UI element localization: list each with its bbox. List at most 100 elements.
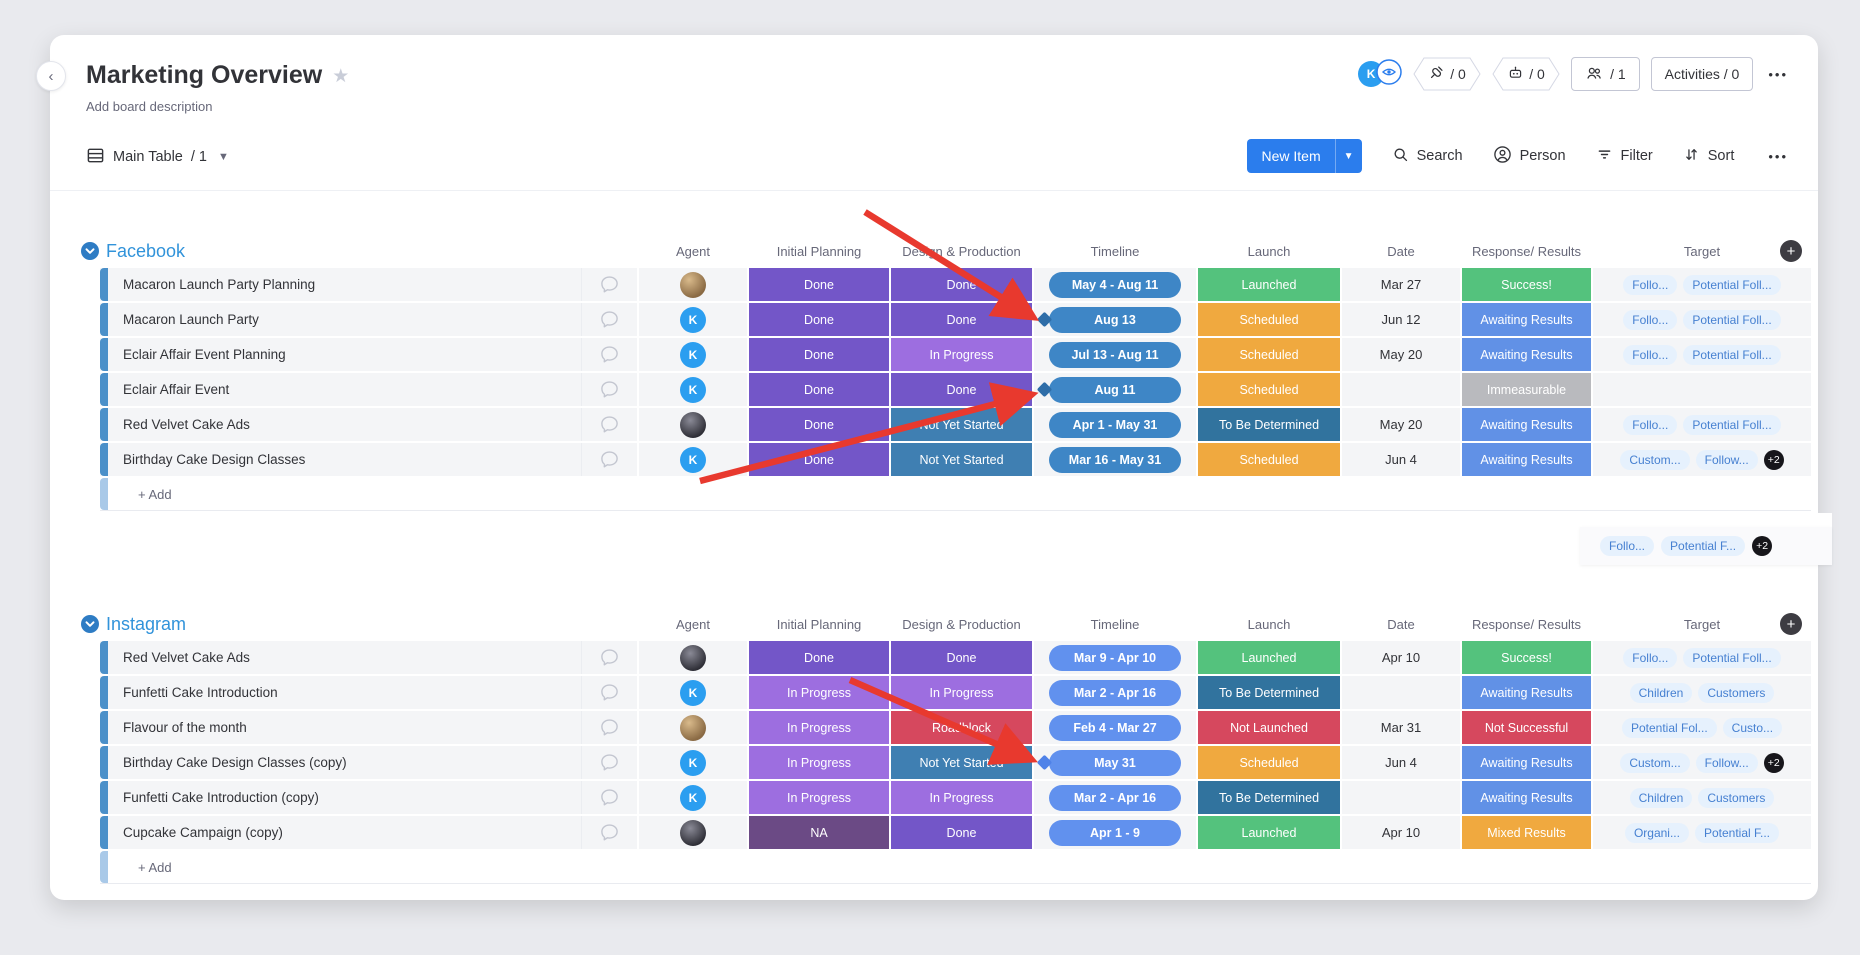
launch-status[interactable]: Scheduled bbox=[1198, 373, 1340, 406]
agent-cell[interactable]: K bbox=[639, 373, 747, 406]
launch-status[interactable]: To Be Determined bbox=[1198, 408, 1340, 441]
response-results-status[interactable]: Awaiting Results bbox=[1462, 443, 1591, 476]
timeline-cell[interactable]: May 4 - Aug 11 bbox=[1034, 268, 1196, 301]
column-header[interactable]: Initial Planning bbox=[749, 608, 889, 641]
board-menu-icon[interactable]: ••• bbox=[1764, 67, 1792, 82]
target-cell[interactable]: Potential Fol...Custo... bbox=[1593, 711, 1811, 744]
column-header[interactable]: Agent bbox=[639, 235, 747, 268]
design-production-status[interactable]: In Progress bbox=[891, 781, 1032, 814]
chat-bubble-icon[interactable] bbox=[581, 746, 637, 779]
column-header[interactable]: Date bbox=[1342, 235, 1460, 268]
new-item-chevron-icon[interactable]: ▼ bbox=[1335, 139, 1362, 173]
agent-avatar[interactable]: K bbox=[680, 447, 706, 473]
design-production-status[interactable]: Done bbox=[891, 816, 1032, 849]
column-header[interactable]: Target bbox=[1593, 608, 1811, 641]
agent-avatar[interactable]: K bbox=[680, 785, 706, 811]
date-cell[interactable]: May 20 bbox=[1342, 408, 1460, 441]
timeline-pill[interactable]: May 4 - Aug 11 bbox=[1049, 272, 1181, 298]
item-name-cell[interactable]: Funfetti Cake Introduction bbox=[100, 676, 637, 709]
favorite-star-icon[interactable]: ★ bbox=[332, 65, 349, 88]
target-cell[interactable]: Follo...Potential Foll... bbox=[1593, 338, 1811, 371]
filter-button[interactable]: Filter bbox=[1596, 146, 1653, 167]
column-header[interactable]: Agent bbox=[639, 608, 747, 641]
response-results-status[interactable]: Awaiting Results bbox=[1462, 303, 1591, 336]
date-cell[interactable] bbox=[1342, 781, 1460, 814]
group-title[interactable]: Facebook bbox=[106, 241, 185, 262]
item-name-cell[interactable]: Flavour of the month bbox=[100, 711, 637, 744]
timeline-cell[interactable]: Mar 9 - Apr 10 bbox=[1034, 641, 1196, 674]
timeline-cell[interactable]: Mar 2 - Apr 16 bbox=[1034, 781, 1196, 814]
response-results-status[interactable]: Awaiting Results bbox=[1462, 676, 1591, 709]
group-title[interactable]: Instagram bbox=[106, 614, 186, 635]
timeline-pill[interactable]: Mar 2 - Apr 16 bbox=[1049, 680, 1181, 706]
initial-planning-status[interactable]: Done bbox=[749, 443, 889, 476]
add-column-button[interactable]: + bbox=[1780, 240, 1802, 262]
chat-bubble-icon[interactable] bbox=[581, 338, 637, 371]
launch-status[interactable]: Scheduled bbox=[1198, 303, 1340, 336]
design-production-status[interactable]: Done bbox=[891, 268, 1032, 301]
chat-bubble-icon[interactable] bbox=[581, 676, 637, 709]
date-cell[interactable]: Mar 27 bbox=[1342, 268, 1460, 301]
item-name-cell[interactable]: Macaron Launch Party Planning bbox=[100, 268, 637, 301]
chat-bubble-icon[interactable] bbox=[581, 816, 637, 849]
response-results-status[interactable]: Success! bbox=[1462, 268, 1591, 301]
agent-avatar[interactable]: K bbox=[680, 342, 706, 368]
view-menu-icon[interactable]: ••• bbox=[1764, 149, 1792, 164]
sort-button[interactable]: Sort bbox=[1683, 146, 1735, 167]
date-cell[interactable]: May 20 bbox=[1342, 338, 1460, 371]
activities-button[interactable]: Activities / 0 bbox=[1651, 57, 1754, 91]
launch-status[interactable]: Launched bbox=[1198, 641, 1340, 674]
design-production-status[interactable]: Not Yet Started bbox=[891, 408, 1032, 441]
timeline-cell[interactable]: Aug 13 bbox=[1034, 303, 1196, 336]
date-cell[interactable]: Jun 12 bbox=[1342, 303, 1460, 336]
item-name[interactable]: Funfetti Cake Introduction (copy) bbox=[123, 790, 581, 805]
target-cell[interactable]: ChildrenCustomers bbox=[1593, 781, 1811, 814]
agent-avatar[interactable] bbox=[680, 715, 706, 741]
agent-cell[interactable] bbox=[639, 816, 747, 849]
response-results-status[interactable]: Immeasurable bbox=[1462, 373, 1591, 406]
timeline-cell[interactable]: Aug 11 bbox=[1034, 373, 1196, 406]
target-cell[interactable]: ChildrenCustomers bbox=[1593, 676, 1811, 709]
timeline-cell[interactable]: May 31 bbox=[1034, 746, 1196, 779]
column-header[interactable]: Launch bbox=[1198, 608, 1340, 641]
agent-avatar[interactable] bbox=[680, 412, 706, 438]
item-name-cell[interactable]: Macaron Launch Party bbox=[100, 303, 637, 336]
add-item-row[interactable]: + Add bbox=[100, 851, 1811, 884]
agent-avatar[interactable]: K bbox=[680, 680, 706, 706]
column-header[interactable]: Date bbox=[1342, 608, 1460, 641]
chat-bubble-icon[interactable] bbox=[581, 641, 637, 674]
design-production-status[interactable]: Done bbox=[891, 641, 1032, 674]
column-header[interactable]: Timeline bbox=[1034, 608, 1196, 641]
automations-badge[interactable]: / 0 bbox=[1492, 57, 1560, 91]
item-name-cell[interactable]: Birthday Cake Design Classes bbox=[100, 443, 637, 476]
target-cell[interactable]: Follo...Potential Foll... bbox=[1593, 408, 1811, 441]
item-name-cell[interactable]: Red Velvet Cake Ads bbox=[100, 408, 637, 441]
timeline-pill[interactable]: Feb 4 - Mar 27 bbox=[1049, 715, 1181, 741]
item-name-cell[interactable]: Red Velvet Cake Ads bbox=[100, 641, 637, 674]
chat-bubble-icon[interactable] bbox=[581, 781, 637, 814]
target-cell[interactable]: Follo...Potential Foll... bbox=[1593, 641, 1811, 674]
launch-status[interactable]: Scheduled bbox=[1198, 443, 1340, 476]
timeline-cell[interactable]: Mar 2 - Apr 16 bbox=[1034, 676, 1196, 709]
timeline-pill[interactable]: Mar 2 - Apr 16 bbox=[1049, 785, 1181, 811]
agent-cell[interactable] bbox=[639, 711, 747, 744]
timeline-pill[interactable]: Jul 13 - Aug 11 bbox=[1049, 342, 1181, 368]
chat-bubble-icon[interactable] bbox=[581, 408, 637, 441]
timeline-pill[interactable]: Mar 16 - May 31 bbox=[1049, 447, 1181, 473]
target-cell[interactable]: Custom...Follow...+2 bbox=[1593, 443, 1811, 476]
target-cell[interactable]: Follo...Potential Foll... bbox=[1593, 268, 1811, 301]
timeline-cell[interactable]: Mar 16 - May 31 bbox=[1034, 443, 1196, 476]
date-cell[interactable] bbox=[1342, 676, 1460, 709]
agent-cell[interactable]: K bbox=[639, 443, 747, 476]
group-collapse-caret-icon[interactable] bbox=[81, 242, 99, 260]
response-results-status[interactable]: Mixed Results bbox=[1462, 816, 1591, 849]
response-results-status[interactable]: Awaiting Results bbox=[1462, 338, 1591, 371]
initial-planning-status[interactable]: Done bbox=[749, 268, 889, 301]
agent-cell[interactable]: K bbox=[639, 338, 747, 371]
integrations-badge[interactable]: / 0 bbox=[1413, 57, 1481, 91]
board-title[interactable]: Marketing Overview bbox=[86, 61, 322, 90]
target-cell[interactable]: Custom...Follow...+2 bbox=[1593, 746, 1811, 779]
launch-status[interactable]: Not Launched bbox=[1198, 711, 1340, 744]
launch-status[interactable]: Launched bbox=[1198, 816, 1340, 849]
response-results-status[interactable]: Awaiting Results bbox=[1462, 408, 1591, 441]
